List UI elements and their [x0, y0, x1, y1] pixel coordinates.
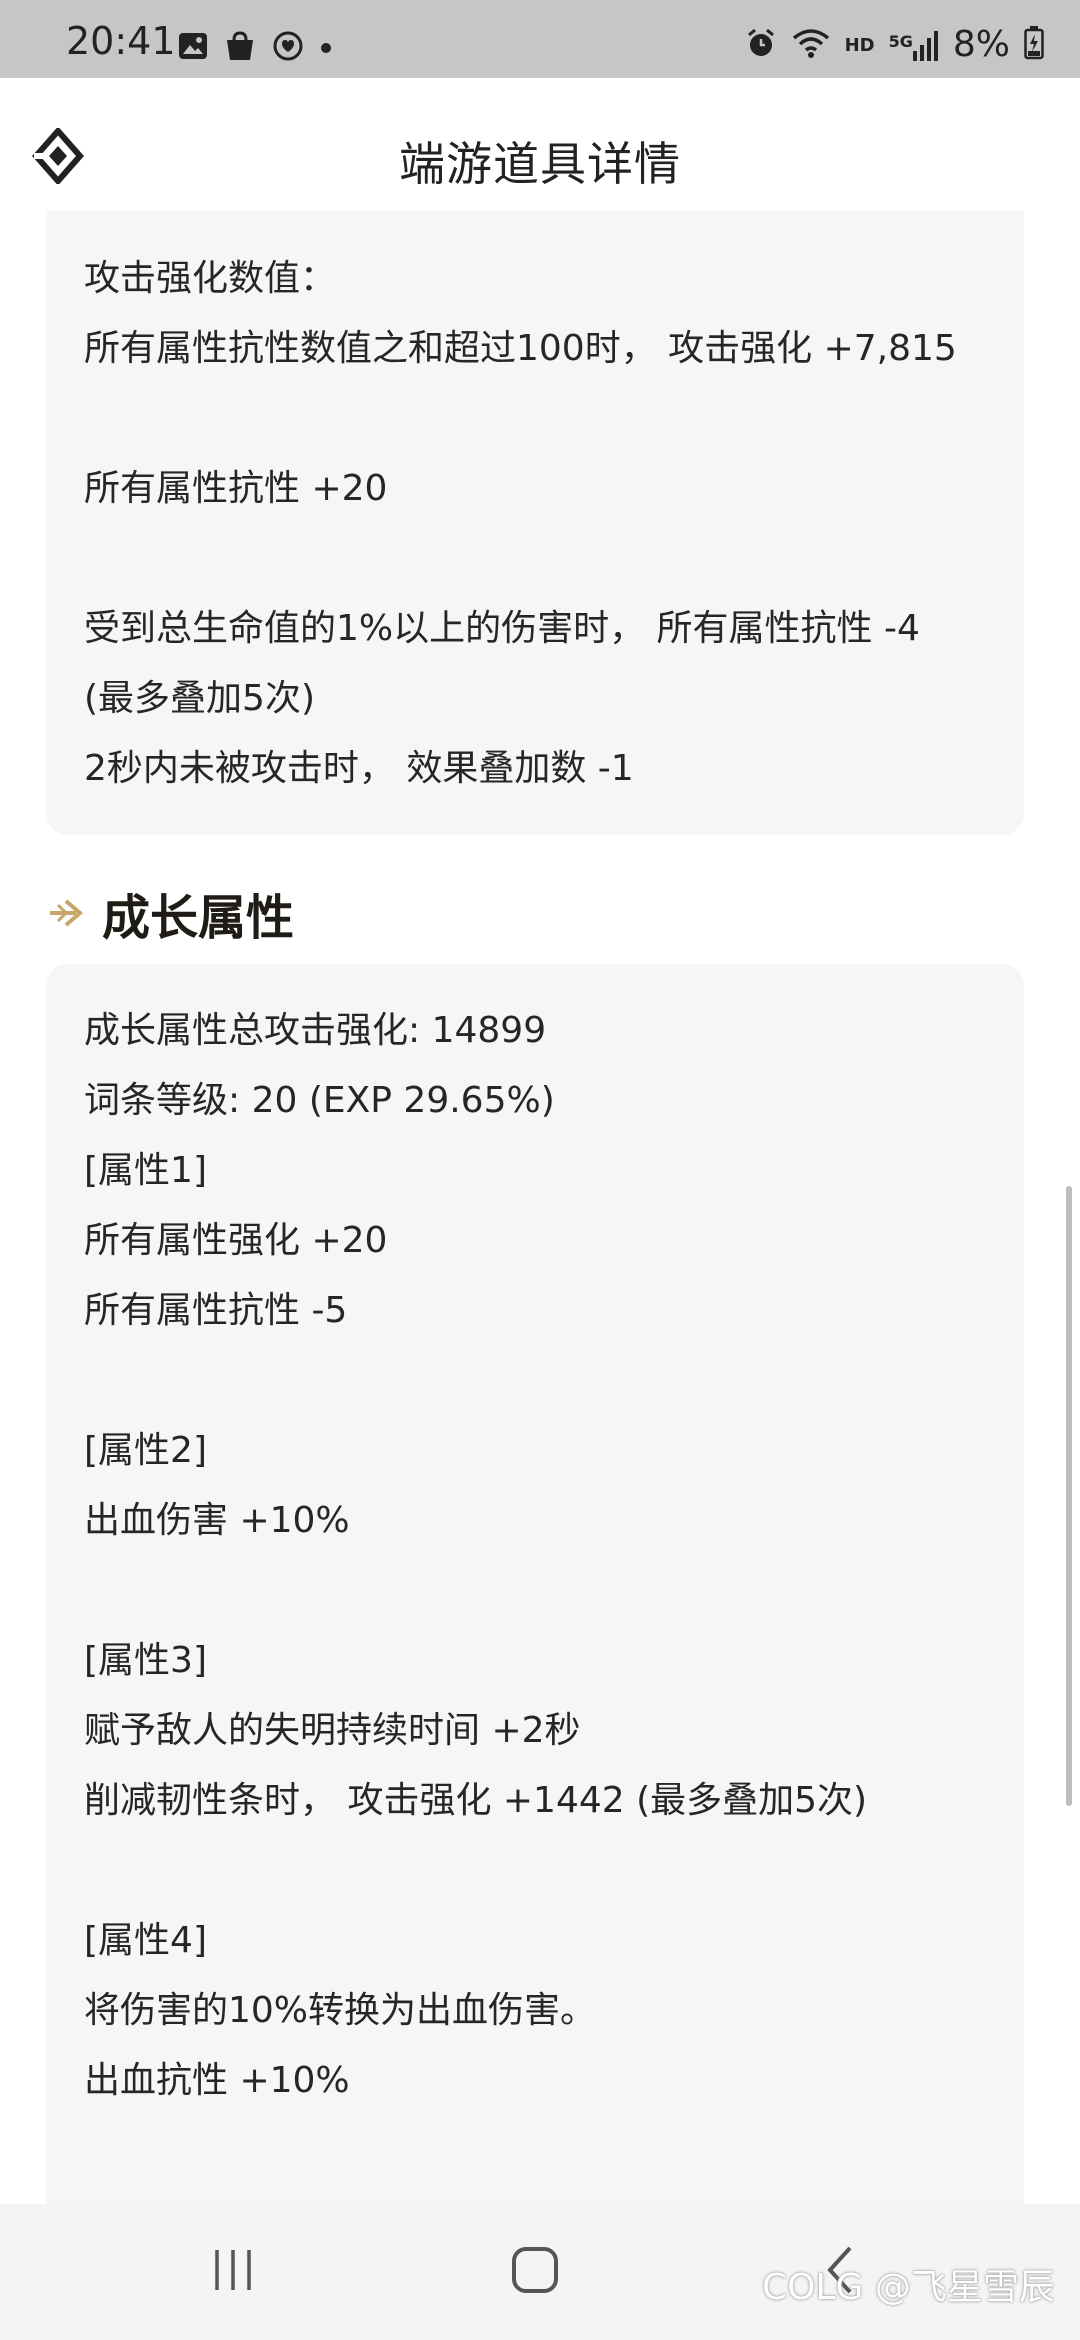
card-line: 出血抗性 +10%	[84, 2060, 350, 2101]
status-time: 20:41	[66, 19, 176, 63]
scrollbar[interactable]	[1066, 1186, 1072, 1806]
recent-apps-button[interactable]	[173, 2240, 293, 2304]
card-line: 词条等级: 20 (EXP 29.65%)	[84, 1080, 555, 1121]
battery-icon	[1024, 26, 1044, 64]
status-bar: 20:41 HD 5G 8%	[0, 0, 1080, 78]
card-line: 所有属性抗性 +20	[84, 468, 388, 509]
card-line: 赋予敌人的失明持续时间 +2秒	[84, 1710, 581, 1751]
home-button[interactable]	[475, 2240, 595, 2304]
network-type-label: 5G	[888, 32, 913, 51]
section-heading-growth: 成长属性	[46, 878, 294, 948]
card-line: 成长属性总攻击强化: 14899	[84, 1010, 547, 1051]
card-line: 攻击强化数值：	[84, 258, 337, 299]
status-right-icons: HD 5G 8%	[745, 26, 1044, 64]
card-line: 削减韧性条时， 攻击强化 +1442 (最多叠加5次)	[84, 1780, 868, 1821]
card-line: 将伤害的10%转换为出血伤害。	[84, 1990, 597, 2031]
section-title: 成长属性	[102, 890, 295, 946]
dot-icon	[320, 39, 332, 58]
card-line: [属性2]	[84, 1430, 207, 1471]
hd-label: HD	[844, 34, 875, 56]
alarm-icon	[745, 27, 777, 63]
card-line: 所有属性强化 +20	[84, 1220, 388, 1261]
card-line: (最多叠加5次)	[84, 678, 315, 719]
card-line: [属性3]	[84, 1640, 207, 1681]
wifi-icon	[791, 27, 831, 63]
page-title: 端游道具详情	[399, 137, 681, 191]
signal-5g-icon: 5G	[889, 29, 939, 61]
shopping-bag-icon	[224, 31, 256, 65]
card-line: [属性4]	[84, 1920, 207, 1961]
growth-attributes-card: 成长属性总攻击强化: 14899 词条等级: 20 (EXP 29.65%) […	[46, 964, 1024, 2204]
system-nav-bar: COLG @飞星雪辰	[0, 2204, 1080, 2340]
card-line: 所有属性抗性 -5	[84, 1290, 348, 1331]
item-effect-card: 攻击强化数值： 所有属性抗性数值之和超过100时， 攻击强化 +7,815 所有…	[46, 210, 1024, 835]
card-line: 所有属性抗性数值之和超过100时， 攻击强化 +7,815	[84, 328, 957, 369]
status-left-icons	[178, 30, 332, 66]
card-line: 出血伤害 +10%	[84, 1500, 350, 1541]
arrow-right-icon	[46, 893, 86, 933]
home-icon	[511, 2246, 559, 2298]
card-line: 受到总生命值的1%以上的伤害时， 所有属性抗性 -4	[84, 608, 920, 649]
card-line: 2秒内未被攻击时， 效果叠加数 -1	[84, 748, 634, 789]
recent-apps-icon	[209, 2248, 257, 2296]
battery-percentage: 8%	[952, 24, 1010, 65]
heart-rate-icon	[272, 30, 304, 66]
watermark: COLG @飞星雪辰	[762, 2267, 1055, 2308]
gallery-icon	[178, 32, 208, 64]
card-line: [属性1]	[84, 1150, 207, 1191]
